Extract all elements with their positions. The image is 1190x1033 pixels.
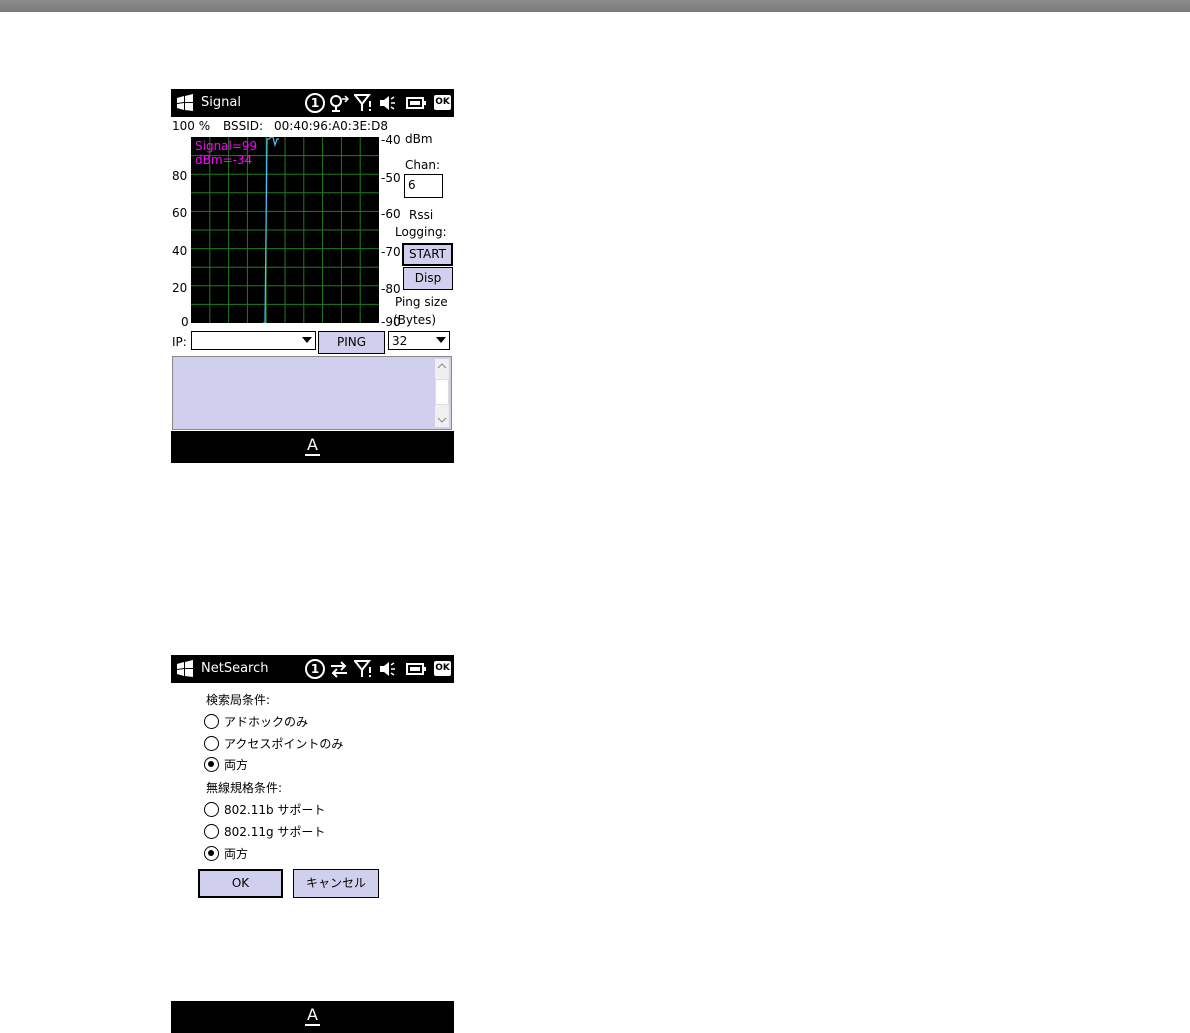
radio-80211b[interactable]: 802.11b サポート	[204, 800, 325, 818]
radio-label: 802.11g サポート	[224, 824, 326, 839]
scroll-down-icon[interactable]	[437, 416, 447, 424]
app-title: Signal	[201, 95, 241, 110]
ping-size-dropdown[interactable]: 32	[388, 331, 450, 350]
ok-button[interactable]: OK	[434, 661, 451, 676]
radio-circle-selected	[204, 845, 219, 861]
radio-circle-selected	[204, 756, 219, 772]
left-axis-tick: 80	[172, 169, 188, 183]
logging-label: Logging:	[395, 225, 447, 239]
ping-output-area[interactable]	[172, 356, 452, 430]
right-axis-tick: -50	[381, 171, 401, 185]
radio-80211g[interactable]: 802.11g サポート	[204, 822, 325, 840]
scrollbar-thumb[interactable]	[435, 379, 449, 405]
channel-value: 6	[408, 178, 416, 192]
radio-circle	[204, 735, 219, 751]
connectivity-icon[interactable]	[328, 93, 350, 113]
signal-percent: 100 %	[172, 119, 211, 133]
volume-icon[interactable]	[378, 93, 396, 113]
title-bar: Signal 1 OK	[171, 89, 454, 117]
right-axis-tick: -60	[381, 207, 401, 221]
ping-size-label: Ping size	[395, 295, 448, 309]
radio-station-both[interactable]: 両方	[204, 755, 248, 773]
ip-address-dropdown[interactable]	[191, 331, 316, 350]
signal-strength-icon[interactable]	[354, 93, 374, 113]
netsearch-screen: NetSearch 1 OK 検索局条件: アドホックのみ アクセスポイントのみ	[171, 655, 454, 1033]
signal-screen: Signal 1 OK 100 % BSSID: 00:40:96:A0:3E:…	[171, 89, 454, 463]
left-axis-tick: 0	[181, 315, 189, 329]
notification-count-icon[interactable]: 1	[305, 659, 325, 679]
battery-icon[interactable]	[405, 93, 427, 113]
volume-icon[interactable]	[378, 659, 396, 679]
disp-button[interactable]: Disp	[403, 267, 453, 290]
channel-field[interactable]: 6	[404, 174, 443, 198]
app-title: NetSearch	[201, 661, 269, 676]
vertical-scrollbar[interactable]	[435, 359, 449, 427]
top-rule	[0, 0, 1190, 12]
right-axis-tick: -70	[381, 245, 401, 259]
ok-button[interactable]: OK	[434, 95, 451, 110]
radio-label: 802.11b サポート	[224, 802, 326, 817]
left-axis-tick: 20	[172, 281, 188, 295]
scroll-up-icon[interactable]	[437, 362, 447, 370]
title-bar: NetSearch 1 OK	[171, 655, 454, 683]
radio-label: アクセスポイントのみ	[224, 736, 344, 751]
left-axis-tick: 40	[172, 244, 188, 258]
ip-label: IP:	[172, 335, 187, 349]
radio-circle	[204, 713, 219, 729]
bssid-value: 00:40:96:A0:3E:D8	[274, 119, 388, 133]
right-axis-tick: -80	[381, 282, 401, 296]
radio-label: 両方	[224, 846, 249, 861]
radio-circle	[204, 801, 219, 817]
right-axis-tick: -40	[381, 133, 401, 147]
radio-label: 両方	[224, 757, 249, 772]
chevron-down-icon	[302, 337, 312, 343]
signal-graph: Signal=99 dBm=-34	[191, 137, 379, 323]
signal-strength-icon[interactable]	[354, 659, 374, 679]
keyboard-icon[interactable]: A	[305, 436, 320, 456]
radio-circle	[204, 823, 219, 839]
keyboard-icon[interactable]: A	[305, 1006, 320, 1026]
dbm-unit-label: dBm	[405, 132, 433, 146]
signal-overlay: Signal=99	[195, 139, 257, 153]
wireless-condition-label: 無線規格条件:	[206, 781, 283, 795]
radio-access-point-only[interactable]: アクセスポイントのみ	[204, 734, 343, 752]
radio-label: アドホックのみ	[224, 714, 309, 729]
radio-adhoc-only[interactable]: アドホックのみ	[204, 712, 308, 730]
cancel-button[interactable]: キャンセル	[293, 869, 379, 898]
notification-count-icon[interactable]: 1	[305, 93, 325, 113]
windows-start-icon[interactable]	[176, 660, 194, 678]
bssid-label: BSSID:	[223, 119, 264, 133]
station-condition-label: 検索局条件:	[206, 693, 271, 707]
data-transfer-icon[interactable]	[329, 659, 349, 679]
ping-button[interactable]: PING	[318, 331, 385, 354]
bytes-label: (Bytes)	[393, 313, 437, 327]
soft-key-bar: A	[171, 1001, 454, 1033]
windows-start-icon[interactable]	[176, 94, 194, 112]
dbm-overlay: dBm=-34	[195, 153, 252, 167]
start-logging-button[interactable]: START	[402, 243, 453, 266]
ping-size-value: 32	[392, 334, 408, 348]
battery-icon[interactable]	[405, 659, 427, 679]
rssi-label: Rssi	[409, 208, 434, 222]
left-axis-tick: 60	[172, 206, 188, 220]
chevron-down-icon	[436, 337, 446, 343]
ok-dialog-button[interactable]: OK	[198, 869, 283, 898]
chan-label: Chan:	[405, 158, 440, 172]
soft-key-bar: A	[171, 431, 454, 463]
radio-wireless-both[interactable]: 両方	[204, 844, 248, 862]
